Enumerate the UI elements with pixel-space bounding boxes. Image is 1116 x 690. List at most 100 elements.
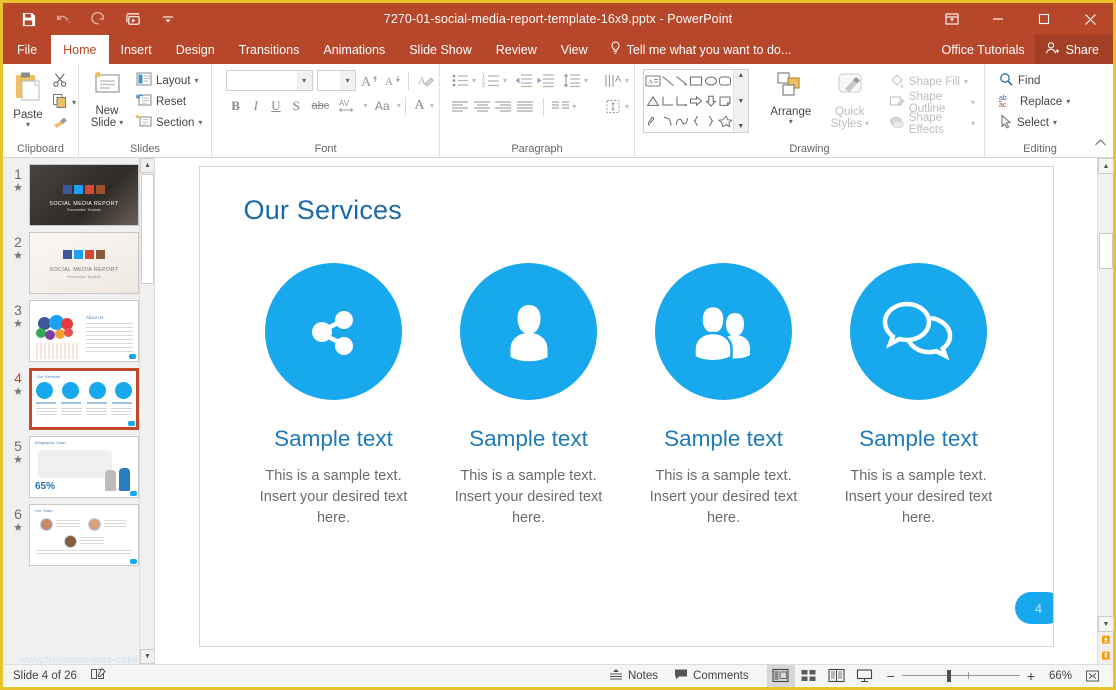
service-item-1[interactable]: Sample text This is a sample text. Inser… [236, 263, 431, 529]
copy-button[interactable]: ▾ [48, 92, 80, 113]
minimize-icon[interactable] [975, 3, 1021, 35]
customize-qat-icon[interactable] [157, 8, 179, 30]
increase-font-size-button[interactable]: A [360, 70, 378, 91]
text-direction-caret-icon[interactable]: ▾ [625, 76, 629, 85]
shape-folded-corner-icon[interactable] [718, 91, 732, 111]
arrange-caret-icon[interactable]: ▾ [789, 118, 793, 126]
select-button[interactable]: Select ▾ [995, 112, 1074, 133]
font-size-caret-icon[interactable]: ▾ [340, 71, 356, 90]
line-spacing-caret-icon[interactable]: ▾ [584, 76, 588, 85]
canvas-scroll-down-icon[interactable]: ▼ [1098, 616, 1114, 632]
line-spacing-button[interactable] [562, 70, 583, 91]
tab-insert[interactable]: Insert [109, 35, 164, 64]
next-slide-icon[interactable]: ⏬ [1098, 648, 1114, 664]
thumbnail-slide-3[interactable]: About Us [29, 300, 139, 362]
tab-home[interactable]: Home [51, 35, 109, 64]
columns-button[interactable] [551, 96, 572, 117]
collapse-ribbon-button[interactable] [1094, 135, 1107, 153]
thumbnail-item-4[interactable]: 4 ★ Our Services [3, 362, 154, 430]
zoom-out-button[interactable]: − [887, 668, 895, 684]
maximize-icon[interactable] [1021, 3, 1067, 35]
shape-down-arrow-icon[interactable] [703, 91, 717, 111]
font-name-combobox[interactable]: ▾ [226, 70, 313, 91]
font-name-caret-icon[interactable]: ▾ [296, 71, 312, 90]
thumbnail-item-3[interactable]: 3 ★ About Us [3, 294, 154, 362]
align-text-button[interactable] [603, 96, 624, 117]
shapes-more-icon[interactable]: ▼ [737, 123, 744, 130]
thumbnail-item-1[interactable]: 1 ★ SOCIAL MEDIA REPORT Presentation Tem… [3, 158, 154, 226]
shape-triangle-icon[interactable] [645, 91, 661, 111]
change-case-button[interactable]: Aa [368, 95, 395, 116]
replace-button[interactable]: ab ac Replace ▾ [995, 91, 1074, 112]
shape-rectangle-icon[interactable] [689, 71, 703, 91]
layout-button[interactable]: Layout ▾ [132, 70, 206, 91]
thumbnail-item-2[interactable]: 2 ★ SOCIAL MEDIA REPORT Presentation Tem… [3, 226, 154, 294]
numbering-button[interactable]: 123 [481, 70, 502, 91]
slide-editing-area[interactable]: Our Services Sample text This is a sampl… [198, 166, 1054, 647]
share-button[interactable]: Share [1034, 35, 1113, 64]
tab-view[interactable]: View [549, 35, 600, 64]
shapes-gallery-scrollbar[interactable]: ▲ ▼ ▼ [732, 70, 748, 132]
decrease-font-size-button[interactable]: A [382, 70, 400, 91]
slide-sorter-button[interactable] [795, 665, 823, 687]
select-caret-icon[interactable]: ▾ [1053, 118, 1057, 127]
italic-button[interactable]: I [246, 95, 265, 116]
quick-styles-button[interactable]: Quick Styles ▾ [825, 69, 875, 142]
copy-caret-icon[interactable]: ▾ [72, 98, 76, 107]
slide-show-button[interactable] [851, 665, 879, 687]
arrange-button[interactable]: Arrange ▾ [765, 69, 817, 142]
font-color-button[interactable]: A [410, 95, 429, 116]
tell-me-box[interactable]: Tell me what you want to do... [600, 35, 802, 64]
start-presentation-icon[interactable] [122, 8, 144, 30]
font-color-caret-icon[interactable]: ▾ [430, 101, 434, 110]
ribbon-display-options-icon[interactable] [929, 3, 975, 35]
shape-right-brace-icon[interactable] [703, 111, 717, 131]
redo-icon[interactable] [87, 8, 109, 30]
zoom-in-button[interactable]: + [1027, 668, 1035, 684]
service-heading[interactable]: Sample text [236, 426, 431, 452]
shape-effects-caret-icon[interactable]: ▾ [971, 119, 975, 128]
thumbnail-slide-5[interactable]: Infographic Chart 65% [29, 436, 139, 498]
thumbnail-item-5[interactable]: 5 ★ Infographic Chart 65% [3, 430, 154, 498]
shape-arrow-icon[interactable] [675, 71, 689, 91]
shape-curve-icon[interactable] [675, 111, 689, 131]
service-item-2[interactable]: Sample text This is a sample text. Inser… [431, 263, 626, 529]
shapes-gallery[interactable]: A ▲ ▼ ▼ [643, 69, 749, 133]
text-shadow-button[interactable]: S [287, 95, 306, 116]
cut-button[interactable] [48, 71, 80, 92]
text-direction-button[interactable]: A [603, 70, 624, 91]
shape-oval-icon[interactable] [703, 71, 717, 91]
fit-slide-to-window-icon[interactable] [1079, 669, 1105, 683]
zoom-slider-handle[interactable] [946, 669, 951, 682]
save-icon[interactable] [17, 8, 39, 30]
justify-button[interactable] [515, 96, 536, 117]
notes-button[interactable]: Notes [601, 665, 666, 687]
service-item-4[interactable]: Sample text This is a sample text. Inser… [821, 263, 1016, 529]
service-body[interactable]: This is a sample text. Insert your desir… [431, 466, 626, 529]
new-slide-caret-icon[interactable]: ▾ [119, 119, 123, 127]
shape-arc-icon[interactable] [661, 111, 675, 131]
align-center-button[interactable] [472, 96, 493, 117]
canvas-scrollbar[interactable]: ▲ ▼ ⏫ ⏬ [1097, 158, 1114, 664]
shape-outline-caret-icon[interactable]: ▾ [971, 98, 975, 107]
office-tutorials-link[interactable]: Office Tutorials [932, 35, 1035, 64]
slide-thumbnail-pane[interactable]: 1 ★ SOCIAL MEDIA REPORT Presentation Tem… [3, 158, 155, 664]
character-spacing-button[interactable]: AV [335, 95, 362, 116]
thumbnail-item-6[interactable]: 6 ★ Our Team [3, 498, 154, 566]
thumbnail-slide-2[interactable]: SOCIAL MEDIA REPORT Presentation Templat… [29, 232, 139, 294]
font-size-combobox[interactable]: ▾ [316, 70, 357, 91]
section-caret-icon[interactable]: ▾ [198, 118, 202, 127]
decrease-indent-button[interactable] [513, 70, 534, 91]
zoom-level[interactable]: 66% [1042, 670, 1072, 682]
align-text-caret-icon[interactable]: ▾ [625, 102, 629, 111]
find-button[interactable]: Find [995, 70, 1074, 91]
slide-counter[interactable]: Slide 4 of 26 [13, 670, 77, 682]
comments-button[interactable]: Comments [666, 665, 757, 687]
close-icon[interactable] [1067, 3, 1113, 35]
service-body[interactable]: This is a sample text. Insert your desir… [236, 466, 431, 529]
clear-formatting-button[interactable]: A [416, 70, 434, 91]
quick-styles-caret-icon[interactable]: ▾ [865, 120, 869, 128]
canvas-scroll-thumb[interactable] [1099, 233, 1113, 269]
paste-button[interactable]: Paste ▾ [8, 68, 48, 142]
bold-button[interactable]: B [226, 95, 245, 116]
